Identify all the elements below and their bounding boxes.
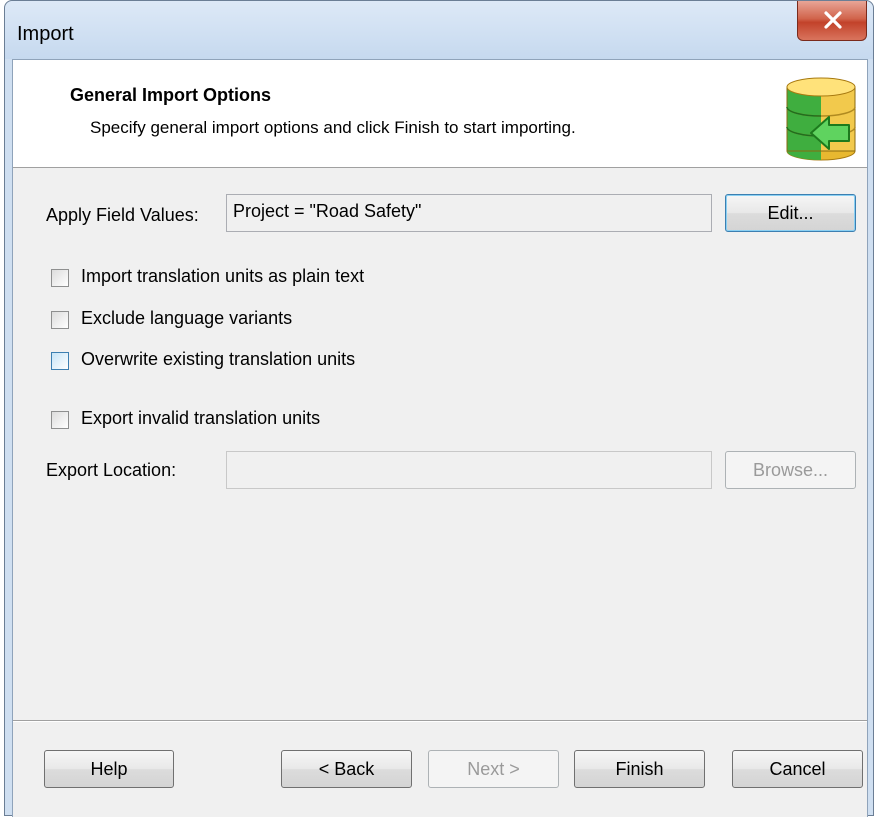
dialog-content: General Import Options Specify general i… <box>12 59 868 817</box>
option-label: Exclude language variants <box>81 308 293 328</box>
checkbox[interactable] <box>51 311 69 329</box>
option-label: Import translation units as plain text <box>81 266 365 286</box>
checkbox[interactable] <box>51 411 69 429</box>
checkbox[interactable] <box>51 269 69 287</box>
footer-separator <box>13 720 867 722</box>
title-bar[interactable]: Import <box>5 1 873 59</box>
option-import-plain-text[interactable]: Import translation units as plain text <box>51 266 451 292</box>
import-dialog: Import General Import Options Specify ge… <box>4 0 874 817</box>
edit-button[interactable]: Edit... <box>725 194 856 232</box>
finish-button[interactable]: Finish <box>574 750 705 788</box>
export-location-label: Export Location: <box>46 460 177 480</box>
option-overwrite-existing[interactable]: Overwrite existing translation units <box>51 349 451 375</box>
next-button[interactable]: Next > <box>428 750 559 788</box>
browse-button[interactable]: Browse... <box>725 451 856 489</box>
option-export-invalid[interactable]: Export invalid translation units <box>51 408 451 434</box>
option-label: Overwrite existing translation units <box>81 349 356 369</box>
page-title: General Import Options <box>70 85 272 105</box>
page-subtitle: Specify general import options and click… <box>90 118 576 137</box>
close-button[interactable] <box>797 1 867 41</box>
back-button[interactable]: < Back <box>281 750 412 788</box>
database-import-icon <box>786 77 856 161</box>
option-exclude-language-variants[interactable]: Exclude language variants <box>51 308 351 334</box>
checkbox[interactable] <box>51 352 69 370</box>
option-label: Export invalid translation units <box>81 408 321 428</box>
export-location-field[interactable] <box>226 451 712 489</box>
wizard-header: General Import Options Specify general i… <box>13 60 867 168</box>
apply-field-values-label: Apply Field Values: <box>46 205 199 225</box>
cancel-button[interactable]: Cancel <box>732 750 863 788</box>
close-icon <box>824 11 842 29</box>
help-button[interactable]: Help <box>44 750 174 788</box>
apply-field-values-field[interactable]: Project = "Road Safety" <box>226 194 712 232</box>
window-title: Import <box>17 23 74 45</box>
